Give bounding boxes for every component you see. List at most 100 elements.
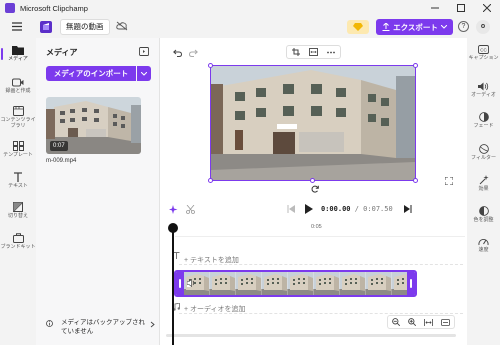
diamond-icon xyxy=(353,23,363,31)
nav-item-content-library[interactable]: コンテンツライブラリ xyxy=(0,106,36,129)
hamburger-menu-button[interactable] xyxy=(12,22,22,31)
playhead[interactable] xyxy=(172,226,174,345)
captions-icon: CC xyxy=(478,45,489,54)
panel-item-label: キャプション xyxy=(468,55,499,61)
panel-item-captions[interactable]: CC キャプション xyxy=(467,45,500,61)
clipchamp-app-icon xyxy=(5,3,15,13)
nav-item-label: 切り替え xyxy=(7,213,28,219)
magic-edit-button[interactable] xyxy=(169,205,179,214)
fit-timeline-icon[interactable] xyxy=(424,318,433,326)
skip-forward-button[interactable] xyxy=(404,205,412,213)
zoom-in-icon[interactable] xyxy=(408,318,416,326)
panel-item-fade[interactable]: フェード xyxy=(467,112,500,129)
zoom-out-icon[interactable] xyxy=(392,318,400,326)
effects-icon xyxy=(479,175,489,185)
avatar[interactable]: o xyxy=(476,20,490,34)
timeline: 0:05 + テキストを追加 + オーディオを追加 xyxy=(161,220,467,345)
media-duration-badge: 0:07 xyxy=(50,141,68,151)
cloud-off-icon xyxy=(116,21,128,31)
help-button[interactable]: ? xyxy=(458,21,469,32)
library-icon xyxy=(12,106,24,116)
play-button[interactable] xyxy=(304,204,313,214)
panel-item-effects[interactable]: 効果 xyxy=(467,175,500,192)
crop-icon[interactable] xyxy=(291,48,300,56)
volume-icon[interactable] xyxy=(187,279,196,287)
panel-item-label: オーディオ xyxy=(471,92,496,98)
filmstrip-frame xyxy=(314,272,341,295)
split-button[interactable] xyxy=(186,205,195,214)
panel-item-label: フェード xyxy=(473,123,494,129)
backup-warning-text: メディアはバックアップされていません xyxy=(61,319,146,335)
text-track-icon xyxy=(173,252,180,259)
resize-handle-bottom-right[interactable] xyxy=(413,178,418,183)
media-panel: メディア メディアのインポート 0:07 m-009.mp4 メディアはバックア… xyxy=(36,38,187,345)
playhead-handle[interactable] xyxy=(168,223,178,233)
preview-toolbar xyxy=(286,45,341,59)
filmstrip-frame xyxy=(262,272,289,295)
time-display: 0:00.00 / 0:07.50 xyxy=(321,205,393,213)
import-media-button[interactable]: メディアのインポート xyxy=(46,66,136,81)
premium-button[interactable] xyxy=(347,20,369,34)
timeline-scrollbar[interactable] xyxy=(166,334,456,337)
panel-item-label: 色を調整 xyxy=(473,217,494,223)
timeline-ruler xyxy=(175,236,465,237)
nav-item-text[interactable]: テキスト xyxy=(0,172,36,189)
title-bar: Microsoft Clipchamp xyxy=(0,0,500,16)
ruler-time-label: 0:05 xyxy=(311,224,322,230)
close-window-button[interactable] xyxy=(474,0,500,16)
project-name-field[interactable]: 無題の動画 xyxy=(60,19,110,35)
brand-kit-icon xyxy=(12,233,24,243)
more-options-icon[interactable] xyxy=(327,51,336,54)
total-time: 0:07.50 xyxy=(363,205,393,213)
fit-icon[interactable] xyxy=(309,48,318,56)
zoom-controls xyxy=(387,315,455,329)
clip-trim-handle-right[interactable] xyxy=(407,272,415,295)
import-options-button[interactable] xyxy=(137,66,151,81)
panel-item-color-adjust[interactable]: 色を調整 xyxy=(467,206,500,223)
resize-handle-top-left[interactable] xyxy=(208,63,213,68)
collapse-panel-button[interactable] xyxy=(139,47,149,56)
video-preview[interactable] xyxy=(210,65,416,181)
nav-item-label: コンテンツライブラリ xyxy=(0,117,36,129)
cloud-sync-status[interactable] xyxy=(116,21,128,31)
rotate-button[interactable] xyxy=(311,185,319,193)
playback-bar: 0:00.00 / 0:07.50 xyxy=(161,198,467,220)
nav-item-label: ブランドキット xyxy=(0,244,36,250)
filmstrip-frame xyxy=(366,272,393,295)
filmstrip-frame xyxy=(236,272,263,295)
nav-item-brand-kit[interactable]: ブランドキット xyxy=(0,233,36,250)
panel-item-speed[interactable]: 速度 xyxy=(467,237,500,253)
chevron-right-icon[interactable] xyxy=(150,321,155,328)
caption-toggle-icon[interactable] xyxy=(441,318,450,326)
fullscreen-button[interactable] xyxy=(445,177,453,185)
maximize-icon xyxy=(457,4,465,12)
resize-handle-top-right[interactable] xyxy=(413,63,418,68)
panel-item-filters[interactable]: フィルター xyxy=(467,144,500,161)
hamburger-icon xyxy=(12,22,22,31)
minimize-icon xyxy=(431,7,439,9)
video-clip[interactable] xyxy=(174,270,417,297)
clip-filmstrip xyxy=(176,272,415,295)
clip-trim-handle-left[interactable] xyxy=(176,272,184,295)
minimize-button[interactable] xyxy=(422,0,448,16)
media-filename: m-009.mp4 xyxy=(46,158,77,164)
filmstrip-frame xyxy=(340,272,367,295)
resize-handle-bottom-left[interactable] xyxy=(208,178,213,183)
panel-toggle-icon xyxy=(139,47,149,56)
redo-icon xyxy=(189,49,198,57)
scissors-icon xyxy=(186,205,195,214)
panel-item-label: フィルター xyxy=(471,155,496,161)
export-label: エクスポート xyxy=(393,22,438,32)
nav-item-transitions[interactable]: 切り替え xyxy=(0,202,36,219)
nav-item-media[interactable]: メディア xyxy=(0,45,36,62)
panel-item-audio[interactable]: オーディオ xyxy=(467,82,500,98)
maximize-button[interactable] xyxy=(448,0,474,16)
speaker-icon xyxy=(478,82,489,91)
undo-button[interactable] xyxy=(173,49,182,57)
export-button[interactable]: エクスポート xyxy=(376,19,453,35)
resize-handle-bottom[interactable] xyxy=(310,178,315,183)
nav-item-templates[interactable]: テンプレート xyxy=(0,141,36,158)
nav-item-record-create[interactable]: 録画と作成 xyxy=(0,78,36,94)
skip-back-button[interactable] xyxy=(287,205,295,213)
redo-button[interactable] xyxy=(189,49,198,57)
